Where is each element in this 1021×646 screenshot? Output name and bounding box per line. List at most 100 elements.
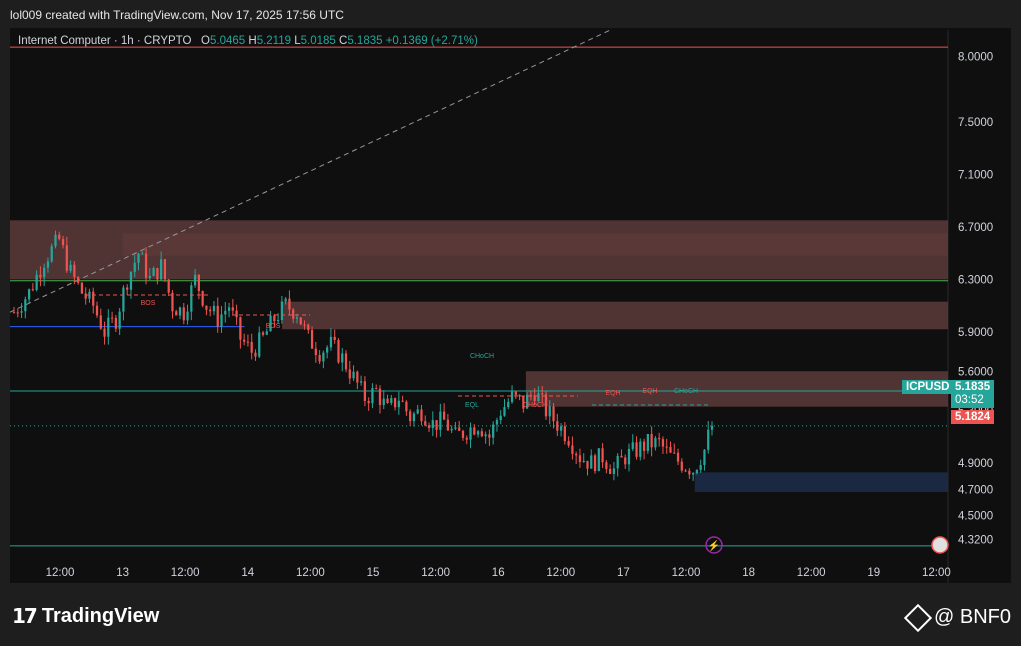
tradingview-wordmark: TradingView <box>41 604 160 627</box>
x-tick-label: 15 <box>367 567 380 579</box>
candle-body <box>107 317 110 337</box>
candle-body <box>359 381 363 383</box>
annotation-label: BOS <box>141 300 156 307</box>
candle-body <box>141 253 144 255</box>
candle-body <box>688 470 691 475</box>
candle-body <box>299 317 302 325</box>
candle-body <box>209 309 212 312</box>
candle-body <box>605 462 608 469</box>
zone-demand-4 <box>694 472 948 492</box>
candle-body <box>337 340 340 363</box>
y-tick-label: 7.5000 <box>958 117 993 129</box>
candle-body <box>220 314 223 327</box>
candle-body <box>695 469 699 474</box>
lightning-glyph: ⚡ <box>708 539 720 552</box>
candle-body <box>367 400 370 404</box>
candle-body <box>178 307 182 316</box>
candle-body <box>43 267 46 278</box>
candle-body <box>163 259 167 280</box>
candle-body <box>186 311 189 321</box>
candle-body <box>499 415 502 421</box>
candle-body <box>39 274 42 278</box>
candle-body <box>16 312 19 314</box>
candle-body <box>310 330 314 349</box>
change-value: +0.1369 (+2.71%) <box>385 35 478 47</box>
y-tick-label: 6.7000 <box>958 222 993 234</box>
candle-body <box>341 353 344 363</box>
candle-body <box>639 441 642 457</box>
candle-body <box>99 315 102 329</box>
candle-body <box>280 301 284 320</box>
candle-body <box>676 452 680 462</box>
y-tick-label: 5.9000 <box>958 327 993 339</box>
price-chart[interactable]: BOS BOS CHoCH EQL CHoCH EQH EQH CHoCH 8.0000 7.50… <box>0 0 1021 646</box>
candle-body <box>620 455 623 458</box>
open-value: 5.0465 <box>209 35 246 47</box>
candle-body <box>344 353 348 370</box>
candle-body <box>548 406 551 417</box>
candle-body <box>642 441 646 451</box>
x-tick-label: 12:00 <box>171 567 200 579</box>
close-value: 5.1835 <box>347 35 383 47</box>
candle-body <box>673 452 676 454</box>
candle-body <box>559 426 563 431</box>
y-tick-label: 7.1000 <box>958 169 993 181</box>
candle-body <box>684 470 687 472</box>
symbol-label: Internet Computer · 1h · CRYPTO <box>18 35 192 47</box>
candle-body <box>612 468 616 474</box>
candle-body <box>593 455 597 472</box>
candle-body <box>307 324 310 331</box>
candle-body <box>212 305 216 312</box>
candle-body <box>484 434 487 437</box>
candle-body <box>31 289 34 291</box>
candle-body <box>314 348 317 356</box>
candle-body <box>201 291 204 306</box>
candle-body <box>84 293 87 299</box>
candle-body <box>378 388 382 406</box>
candle-body <box>348 369 351 379</box>
candle-body <box>197 274 201 292</box>
tradingview-mark-icon: 17 <box>12 604 38 628</box>
tradingview-logo[interactable]: 17 TradingView <box>12 604 159 628</box>
y-tick-label: 4.3200 <box>958 534 993 546</box>
candle-body <box>103 328 106 337</box>
candle-body <box>114 317 117 329</box>
candle-body <box>61 239 65 246</box>
candle-body <box>235 310 238 318</box>
candle-body <box>160 259 163 280</box>
x-tick-label: 19 <box>867 567 880 579</box>
candle-body <box>126 287 129 290</box>
candle-body <box>661 439 665 447</box>
candle-body <box>590 455 593 469</box>
candle-body <box>356 371 359 383</box>
candle-body <box>495 420 499 425</box>
candle-body <box>669 446 672 453</box>
candle-body <box>12 312 16 314</box>
candle-body <box>92 291 95 306</box>
candle-body <box>80 282 84 294</box>
candle-body <box>646 433 649 451</box>
candle-body <box>409 411 412 422</box>
candle-body <box>476 431 480 435</box>
x-tick-label: 12:00 <box>922 567 951 579</box>
high-label: H <box>248 35 257 47</box>
candle-body <box>363 381 367 401</box>
candle-body <box>458 427 461 431</box>
candle-body <box>77 277 80 283</box>
candle-body <box>427 425 431 429</box>
candle-body <box>95 305 99 316</box>
candle-body <box>390 398 393 403</box>
candle-body <box>152 268 155 277</box>
candle-body <box>50 246 53 262</box>
candle-body <box>216 305 219 327</box>
candle-body <box>488 434 491 438</box>
candle-body <box>412 413 416 422</box>
candle-body <box>144 253 148 278</box>
candle-body <box>431 420 434 429</box>
candle-body <box>582 460 585 463</box>
candle-body <box>175 311 178 316</box>
candle-body <box>382 398 385 406</box>
candle-body <box>631 442 634 449</box>
candle-body <box>692 473 695 475</box>
candle-body <box>518 394 521 397</box>
